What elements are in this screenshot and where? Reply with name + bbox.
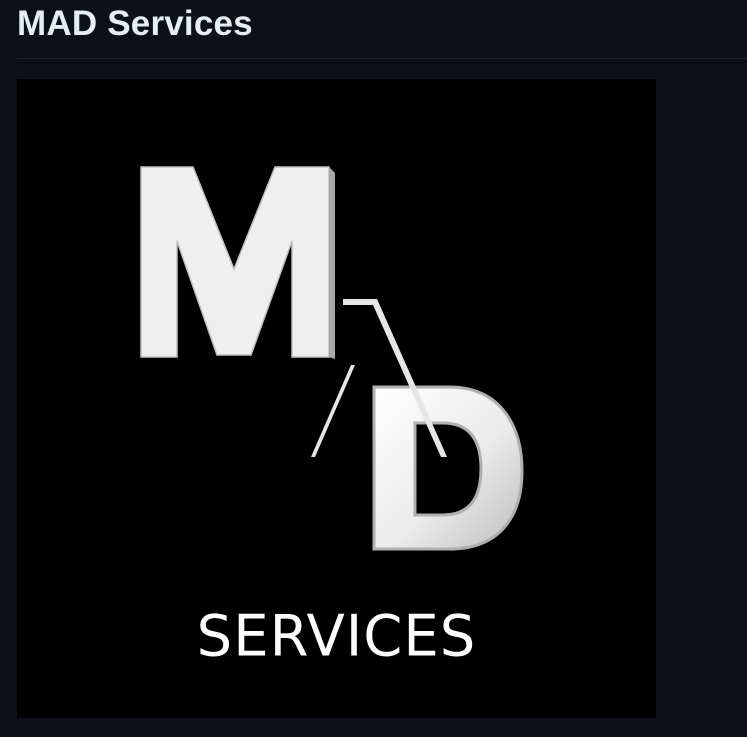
page-title: MAD Services [17, 4, 253, 43]
title-divider [17, 58, 747, 59]
logo-slash-lower [311, 365, 355, 457]
logo-letter-m-edge [329, 167, 335, 359]
logo-caption: SERVICES [196, 603, 477, 670]
logo-letter-m [140, 166, 330, 358]
logo-letter-d [372, 385, 524, 551]
logo-image: SERVICES [17, 79, 656, 718]
